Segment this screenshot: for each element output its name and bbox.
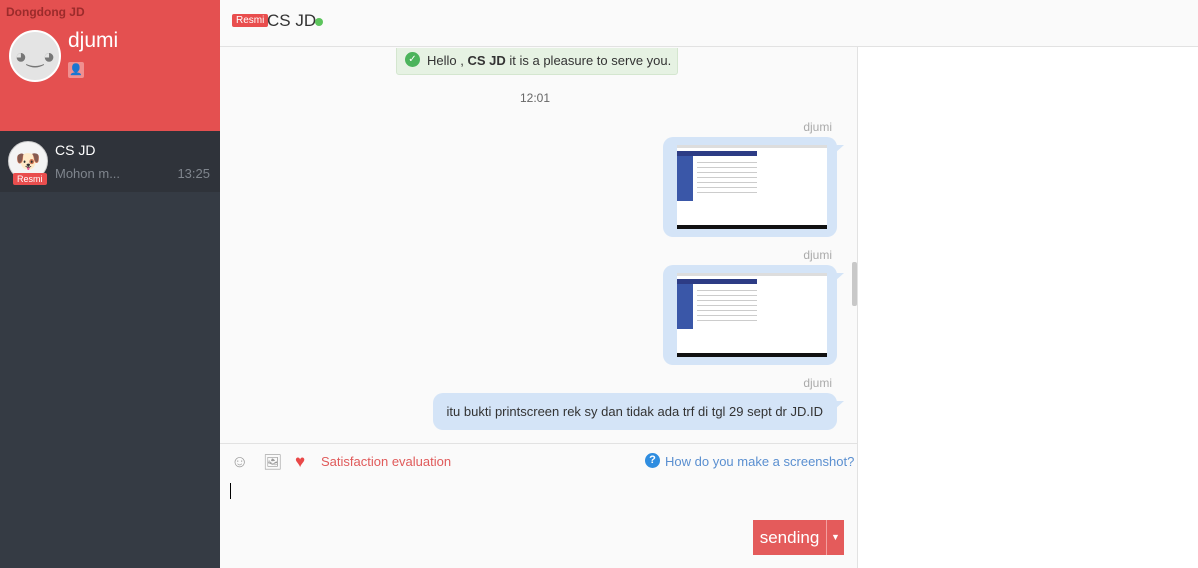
time-separator: 12:01 bbox=[520, 91, 551, 105]
user-avatar[interactable]: ◕‿◕ bbox=[9, 30, 61, 82]
profile-panel: Dongdong JD ◕‿◕ djumi 👤 bbox=[0, 0, 220, 131]
image-upload-icon[interactable]: 🖼 bbox=[263, 453, 282, 471]
official-badge: Resmi bbox=[13, 173, 47, 185]
welcome-prefix: Hello , bbox=[427, 53, 468, 68]
welcome-agent: CS JD bbox=[467, 53, 506, 68]
heart-icon[interactable]: ♥ bbox=[295, 452, 305, 472]
text-message: itu bukti printscreen rek sy dan tidak a… bbox=[432, 393, 845, 430]
message-list[interactable]: ✓ Hello , CS JD it is a pleasure to serv… bbox=[220, 48, 857, 443]
conversation-name: CS JD bbox=[55, 142, 96, 158]
screenshot-thumbnail[interactable] bbox=[677, 273, 827, 357]
sidebar: Dongdong JD ◕‿◕ djumi 👤 🐶 Resmi CS JD Mo… bbox=[0, 0, 220, 568]
send-options-dropdown-icon[interactable]: ▼ bbox=[827, 520, 844, 555]
welcome-suffix: it is a pleasure to serve you. bbox=[505, 53, 672, 68]
chat-header: Resmi CS JD bbox=[220, 0, 1198, 47]
image-message[interactable] bbox=[663, 137, 844, 237]
composer: ☺ 🖼 ♥ Satisfaction evaluation ? How do y… bbox=[220, 443, 857, 568]
welcome-message: ✓ Hello , CS JD it is a pleasure to serv… bbox=[396, 48, 678, 75]
user-name: djumi bbox=[68, 29, 119, 52]
chat-title: CS JD bbox=[267, 11, 317, 30]
message-input[interactable] bbox=[230, 483, 231, 499]
message-sender: djumi bbox=[803, 376, 832, 390]
online-status-dot bbox=[315, 18, 323, 26]
send-label[interactable]: sending bbox=[753, 520, 827, 555]
check-circle-icon: ✓ bbox=[405, 52, 420, 67]
official-badge: Resmi bbox=[232, 14, 269, 27]
user-profile-icon[interactable]: 👤 bbox=[68, 62, 84, 78]
conversation-preview: Mohon m... bbox=[55, 166, 121, 181]
message-sender: djumi bbox=[803, 248, 832, 262]
screenshot-thumbnail[interactable] bbox=[677, 145, 827, 229]
right-panel bbox=[857, 47, 1198, 568]
conversation-time: 13:25 bbox=[177, 166, 210, 181]
help-icon[interactable]: ? bbox=[645, 453, 660, 468]
message-sender: djumi bbox=[803, 120, 832, 134]
app-title: Dongdong JD bbox=[6, 5, 85, 19]
emoji-icon[interactable]: ☺ bbox=[231, 452, 248, 472]
screenshot-help-link[interactable]: How do you make a screenshot? bbox=[665, 454, 854, 469]
conversation-item[interactable]: 🐶 Resmi CS JD Mohon m... 13:25 bbox=[0, 131, 220, 192]
send-button[interactable]: sending ▼ bbox=[753, 520, 844, 555]
image-message[interactable] bbox=[663, 265, 844, 365]
satisfaction-evaluation-link[interactable]: Satisfaction evaluation bbox=[321, 454, 451, 469]
